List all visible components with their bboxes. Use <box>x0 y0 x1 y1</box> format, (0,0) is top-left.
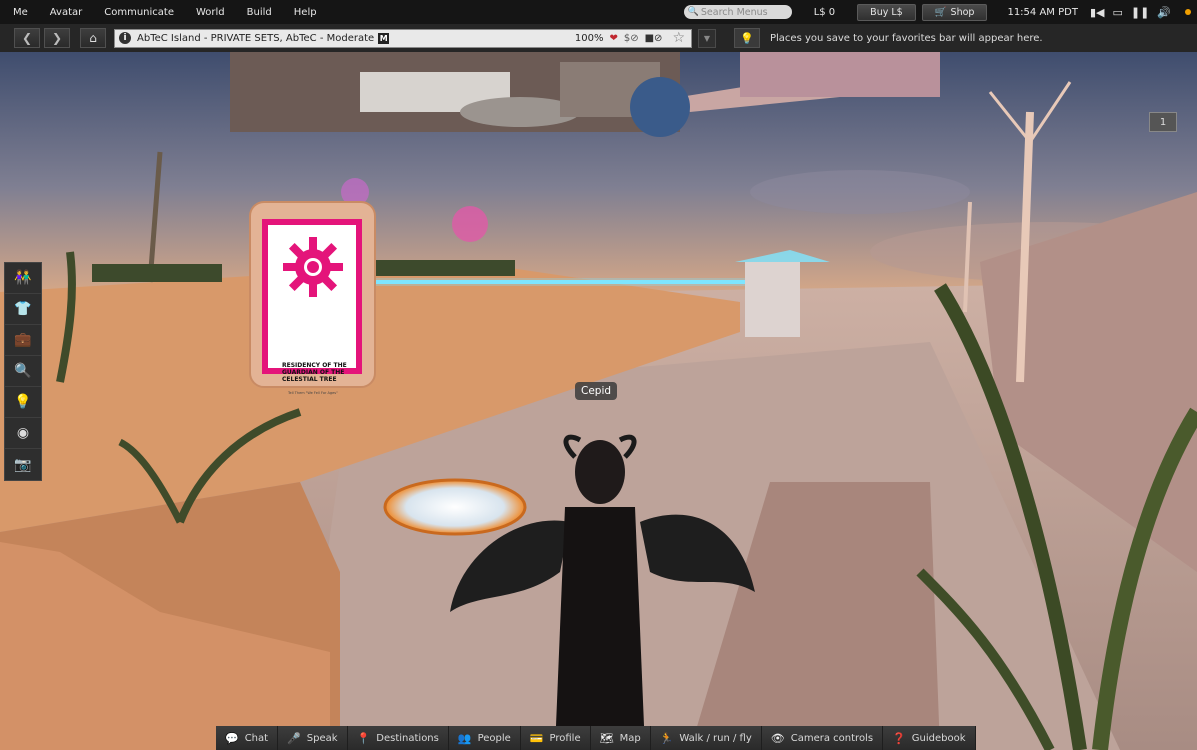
clock: 11:54 AM PDT <box>1007 6 1078 18</box>
location-status: 100% ❤ $⊘ ■⊘ ☆ <box>575 30 685 46</box>
sign-title: RESIDENCY OF THE GUARDIAN OF THE CELESTI… <box>282 362 347 383</box>
shirt-icon: 👕 <box>14 301 32 317</box>
appearance-button[interactable]: 👕 <box>5 294 41 325</box>
favorites-hint: Places you save to your favorites bar wi… <box>770 32 1043 44</box>
map-button[interactable]: 🗺 Map <box>590 726 651 750</box>
shop-label: Shop <box>950 6 975 18</box>
map-icon: 🗺 <box>599 731 614 745</box>
zoom-level: 100% <box>574 32 604 44</box>
sign-subtitle: Tell Them "We Fell For Ages" <box>288 391 338 395</box>
top-menu-bar: Me Avatar Communicate World Build Help 🔍… <box>0 0 1197 24</box>
media-icon[interactable]: ▮◀ <box>1090 6 1105 19</box>
search-menus-input[interactable]: 🔍 Search Menus <box>683 5 792 19</box>
place-profile-button[interactable]: 💡 <box>5 387 41 418</box>
snapshot-icon: 📷 <box>14 456 32 473</box>
info-icon[interactable]: i <box>119 32 131 44</box>
search-placeholder: Search Menus <box>700 6 768 18</box>
favorite-star-icon[interactable]: ☆ <box>672 30 685 46</box>
search-button[interactable]: 🔍 <box>5 356 41 387</box>
no-build-icon: ■⊘ <box>644 32 663 44</box>
home-button[interactable]: ⌂ <box>80 28 106 48</box>
forward-button[interactable]: ❯ <box>44 28 70 48</box>
navigation-bar: ❮ ❯ ⌂ i AbTeC Island - PRIVATE SETS, AbT… <box>0 24 1197 52</box>
menu-world[interactable]: World <box>185 7 236 18</box>
menu-build[interactable]: Build <box>236 7 283 18</box>
linden-balance[interactable]: L$ 0 <box>814 7 835 18</box>
people-icon: 👫 <box>14 270 32 286</box>
minimap-button[interactable]: 1 <box>1149 112 1177 132</box>
shop-button[interactable]: 🛒 Shop <box>921 3 988 21</box>
menu-communicate[interactable]: Communicate <box>93 7 185 18</box>
search-icon: 🔍 <box>14 363 32 379</box>
people-button[interactable]: 👫 <box>5 263 41 294</box>
place-icon: 💡 <box>14 394 32 410</box>
people-icon: 👥 <box>457 731 472 745</box>
world-viewport[interactable]: 1 RESIDENCY OF THE GUARDIAN OF THE CELES… <box>0 52 1197 750</box>
status-area: 🔍 Search Menus L$ 0 Buy L$ 🛒 Shop 11:54 … <box>683 0 1197 24</box>
destinations-label: Destinations <box>376 732 439 744</box>
chat-bubble-icon: 💬 <box>225 731 239 745</box>
back-button[interactable]: ❮ <box>14 28 40 48</box>
scene-graphic <box>0 52 1197 750</box>
buy-currency-label: Buy L$ <box>870 6 903 18</box>
menu-help[interactable]: Help <box>283 7 328 18</box>
eye-icon: 👁 <box>770 731 785 745</box>
inventory-icon: 💼 <box>14 332 32 348</box>
cart-icon: 🛒 <box>934 6 947 18</box>
speak-label: Speak <box>306 732 338 744</box>
map-label: Map <box>619 732 641 744</box>
monitor-icon[interactable]: ▭ <box>1112 6 1122 19</box>
pause-icon[interactable]: ❚❚ <box>1131 6 1149 19</box>
snapshot-button[interactable]: 📷 <box>5 449 41 480</box>
guidebook-label: Guidebook <box>911 732 966 744</box>
map-pin-icon: 📍 <box>356 731 371 745</box>
volume-icon[interactable]: 🔊 <box>1157 6 1171 19</box>
buy-currency-button[interactable]: Buy L$ <box>857 3 916 21</box>
speak-button[interactable]: 🎤 Speak <box>278 726 348 750</box>
chevron-left-icon: ❮ <box>21 31 33 45</box>
camera-controls-button[interactable]: 👁 Camera controls <box>761 726 884 750</box>
chat-button[interactable]: 💬 Chat <box>216 726 279 750</box>
minimap-label: 1 <box>1159 116 1167 128</box>
location-text: AbTeC Island - PRIVATE SETS, AbTeC - Mod… <box>137 32 375 44</box>
walking-person-icon: 🏃 <box>659 731 674 745</box>
destinations-button[interactable]: 📍 Destinations <box>347 726 449 750</box>
chevron-down-icon: ▼ <box>703 33 711 43</box>
home-icon: ⌂ <box>89 31 97 45</box>
favorites-button[interactable]: 💡 <box>734 28 760 48</box>
chevron-right-icon: ❯ <box>51 31 63 45</box>
profile-label: Profile <box>549 732 581 744</box>
camera-controls-label: Camera controls <box>790 732 874 744</box>
id-card-icon: 💳 <box>529 731 544 745</box>
people-toolbar-button[interactable]: 👥 People <box>448 726 521 750</box>
inventory-button[interactable]: 💼 <box>5 325 41 356</box>
avatar-name-tag[interactable]: Cepid <box>575 382 618 400</box>
menu-me[interactable]: Me <box>0 7 39 18</box>
menu-avatar[interactable]: Avatar <box>39 7 93 18</box>
nearby-voice-icon: ◉ <box>16 425 30 441</box>
bottom-toolbar: 💬 Chat 🎤 Speak 📍 Destinations 👥 People 💳… <box>216 726 976 750</box>
profile-button[interactable]: 💳 Profile <box>520 726 591 750</box>
microphone-icon: 🎤 <box>287 731 301 745</box>
notification-dot-icon[interactable] <box>1185 9 1191 15</box>
no-scripts-icon: $⊘ <box>623 32 639 44</box>
heart-icon: ❤ <box>609 32 618 44</box>
question-book-icon: ❓ <box>892 731 906 745</box>
walk-run-fly-button[interactable]: 🏃 Walk / run / fly <box>650 726 762 750</box>
walk-run-fly-label: Walk / run / fly <box>679 732 752 744</box>
location-dropdown[interactable]: ▼ <box>698 28 716 48</box>
people-label: People <box>477 732 511 744</box>
left-toolbar: 👫 👕 💼 🔍 💡 ◉ 📷 <box>4 262 42 481</box>
location-input[interactable]: i AbTeC Island - PRIVATE SETS, AbTeC - M… <box>114 28 692 48</box>
nearby-voice-button[interactable]: ◉ <box>5 418 41 449</box>
search-icon: 🔍 <box>687 7 699 17</box>
chat-label: Chat <box>244 732 269 744</box>
lightbulb-icon: 💡 <box>740 31 754 45</box>
maturity-badge: M <box>378 32 390 44</box>
guidebook-button[interactable]: ❓ Guidebook <box>883 726 976 750</box>
